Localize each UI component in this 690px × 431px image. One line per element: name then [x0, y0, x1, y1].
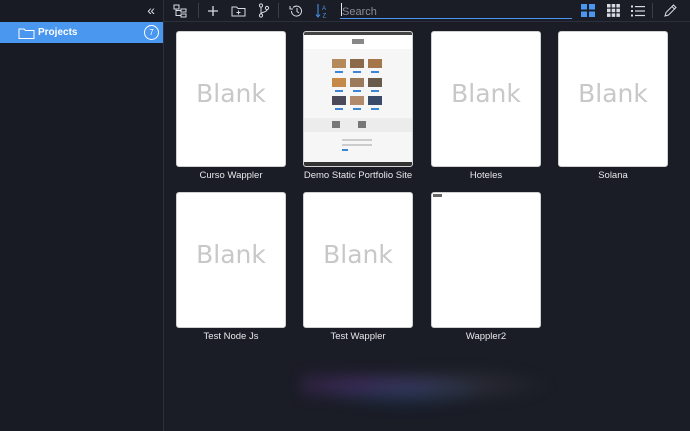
sidebar-item-label: Projects: [38, 27, 78, 38]
toolbar-separator: [198, 3, 199, 18]
thumbnail-placeholder: Blank: [196, 79, 266, 108]
project-name: Test Wappler: [330, 331, 386, 342]
edit-icon[interactable]: [661, 2, 679, 19]
project-thumbnail[interactable]: [303, 31, 413, 167]
project-thumbnail[interactable]: Blank: [431, 31, 541, 167]
search-input[interactable]: [340, 4, 574, 20]
project-name: Wappler2: [465, 331, 507, 342]
project-card[interactable]: Wappler2: [431, 192, 541, 342]
project-card[interactable]: Demo Static Portfolio Site: [303, 31, 413, 181]
project-thumbnail[interactable]: Blank: [558, 31, 668, 167]
new-folder-icon[interactable]: [229, 2, 247, 19]
project-thumbnail[interactable]: Blank: [176, 192, 286, 328]
small-grid-icon[interactable]: [604, 2, 622, 19]
sort-az-icon[interactable]: AZ: [313, 2, 331, 19]
thumbnail-tab: [433, 194, 442, 197]
plus-icon[interactable]: [204, 2, 222, 19]
project-card[interactable]: Blank Curso Wappler: [176, 31, 286, 181]
toolbar-separator: [278, 3, 279, 18]
blurred-region: [300, 355, 560, 415]
project-thumbnail[interactable]: Blank: [303, 192, 413, 328]
project-name: Solana: [598, 170, 628, 181]
double-chevron-left-icon[interactable]: «: [147, 1, 155, 19]
project-name: Test Node Js: [203, 331, 259, 342]
sidebar-item-projects[interactable]: Projects 7: [0, 22, 163, 43]
project-name: Hoteles: [469, 170, 503, 181]
list-icon[interactable]: [629, 2, 647, 19]
project-card[interactable]: Blank Test Node Js: [176, 192, 286, 342]
project-count-badge: 7: [144, 25, 159, 40]
svg-text:Z: Z: [322, 13, 326, 19]
project-card[interactable]: Blank Test Wappler: [303, 192, 413, 342]
project-thumbnail[interactable]: [431, 192, 541, 328]
tree-icon[interactable]: [171, 2, 189, 19]
sidebar: « Projects 7: [0, 0, 164, 431]
text-cursor: [341, 3, 342, 16]
project-card[interactable]: Blank Hoteles: [431, 31, 541, 181]
thumbnail-placeholder: Blank: [196, 240, 266, 269]
project-name: Curso Wappler: [199, 170, 263, 181]
toolbar-separator: [652, 3, 653, 18]
project-name: Demo Static Portfolio Site: [303, 170, 413, 181]
svg-text:A: A: [322, 6, 326, 12]
history-icon[interactable]: [287, 2, 305, 19]
thumbnail-placeholder: Blank: [323, 240, 393, 269]
search-field: [340, 2, 574, 20]
project-card[interactable]: Blank Solana: [558, 31, 668, 181]
git-branch-icon[interactable]: [255, 2, 273, 19]
project-thumbnail[interactable]: Blank: [176, 31, 286, 167]
large-grid-icon[interactable]: [579, 2, 597, 19]
thumbnail-placeholder: Blank: [578, 79, 648, 108]
sidebar-header: «: [0, 0, 163, 21]
folder-icon: [18, 26, 36, 40]
toolbar: AZ: [164, 0, 690, 22]
thumbnail-placeholder: Blank: [451, 79, 521, 108]
